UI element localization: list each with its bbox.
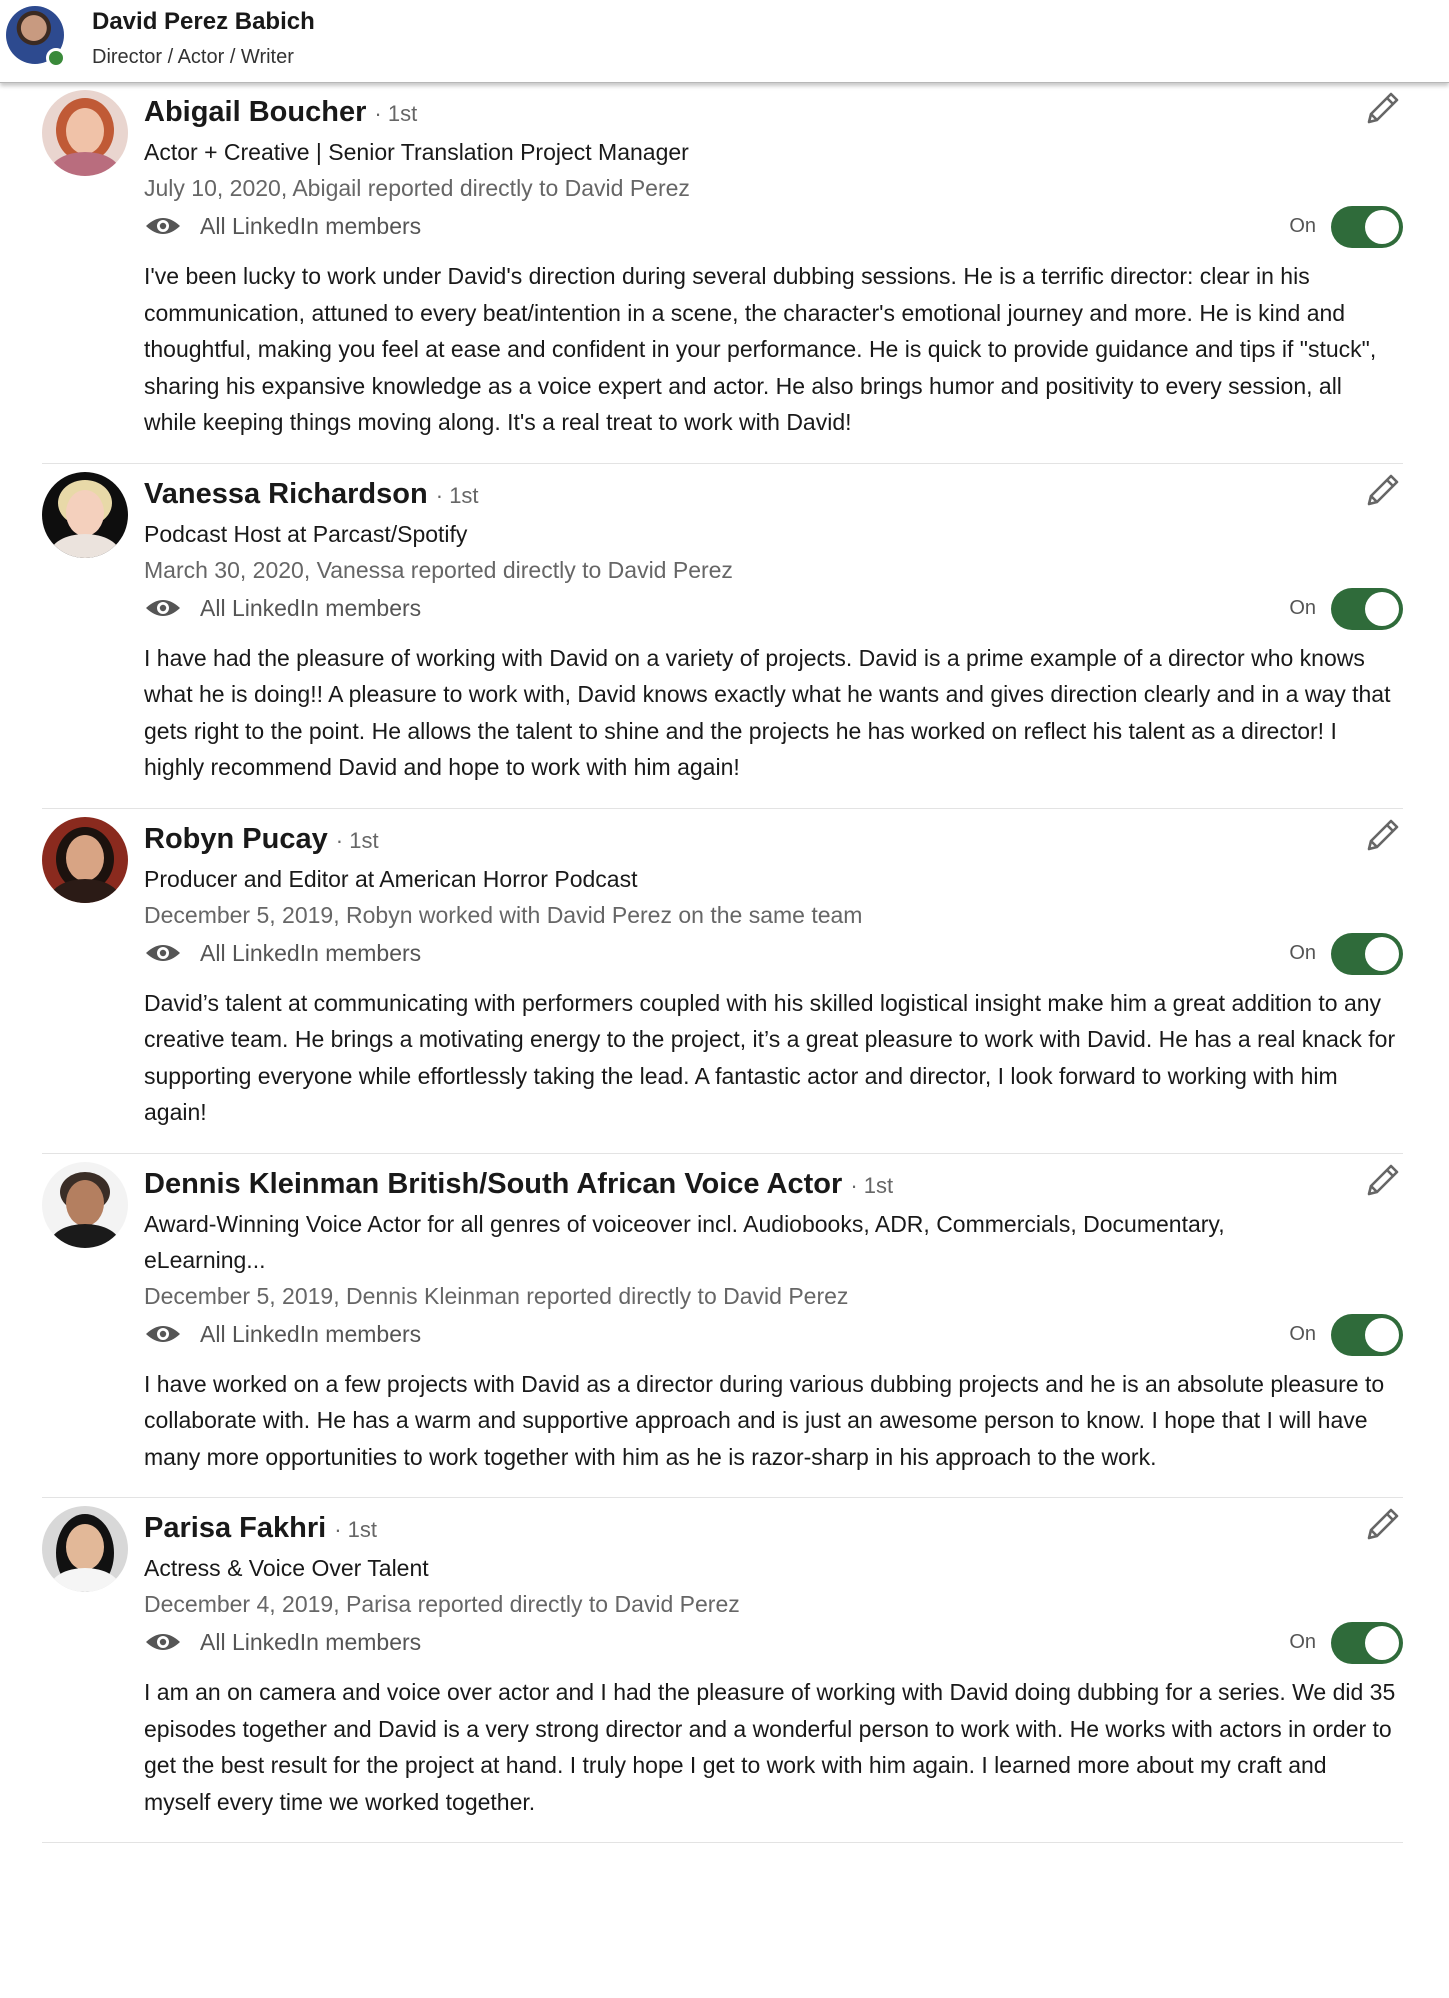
relationship-date: July 10, 2020, Abigail reported directly…: [144, 175, 690, 201]
eye-icon: [146, 1325, 180, 1342]
toggle-label: On: [1289, 1631, 1316, 1653]
recommender-name[interactable]: Robyn Pucay: [144, 823, 328, 855]
recommender-photo[interactable]: [42, 1506, 128, 1592]
toggle-label: On: [1289, 215, 1316, 237]
recommender-photo[interactable]: [42, 90, 128, 176]
recommendation-text: I have had the pleasure of working with …: [144, 644, 1391, 781]
recommender-headline: Producer and Editor at American Horror P…: [144, 865, 638, 892]
profile-name[interactable]: David Perez Babich: [92, 8, 315, 36]
recommendations-list: Abigail Boucher · 1st Actor + Creative |…: [42, 82, 1403, 1843]
online-status-indicator: [46, 48, 66, 68]
recommendation-item: Abigail Boucher · 1st Actor + Creative |…: [42, 82, 1403, 464]
visibility-setting: All LinkedIn members: [200, 1629, 422, 1655]
pencil-icon[interactable]: [1361, 470, 1403, 512]
show-recommendation-toggle[interactable]: [1331, 206, 1403, 248]
recommender-headline: Award-Winning Voice Actor for all genres…: [144, 1210, 1225, 1273]
relationship-date: December 4, 2019, Parisa reported direct…: [144, 1591, 740, 1617]
show-recommendation-toggle[interactable]: [1331, 1622, 1403, 1664]
visibility-setting: All LinkedIn members: [200, 594, 422, 621]
visibility-setting: All LinkedIn members: [200, 939, 422, 966]
connection-degree: · 1st: [435, 482, 479, 508]
eye-icon: [146, 1634, 180, 1650]
pencil-icon[interactable]: [1361, 1504, 1403, 1546]
recommender-photo[interactable]: [42, 816, 128, 903]
profile-header: David Perez Babich Director / Actor / Wr…: [0, 0, 1449, 83]
recommendation-text: David’s talent at communicating with per…: [144, 989, 1396, 1126]
connection-degree: · 1st: [374, 101, 418, 126]
relationship-date: March 30, 2020, Vanessa reported directl…: [144, 556, 733, 583]
eye-icon: [146, 599, 180, 616]
recommendation-text: I've been lucky to work under David's di…: [144, 263, 1377, 435]
profile-subtitle: Director / Actor / Writer: [92, 46, 294, 68]
relationship-date: December 5, 2019, Robyn worked with Davi…: [144, 901, 863, 928]
recommender-headline: Podcast Host at Parcast/Spotify: [144, 520, 468, 547]
connection-degree: · 1st: [850, 1172, 894, 1198]
pencil-icon[interactable]: [1361, 88, 1403, 130]
eye-icon: [146, 218, 180, 234]
show-recommendation-toggle[interactable]: [1331, 587, 1403, 630]
visibility-setting: All LinkedIn members: [200, 1320, 422, 1347]
recommender-photo[interactable]: [42, 1161, 128, 1248]
recommender-name[interactable]: Abigail Boucher: [144, 96, 366, 128]
show-recommendation-toggle[interactable]: [1331, 932, 1403, 975]
recommender-name[interactable]: Parisa Fakhri: [144, 1512, 326, 1544]
toggle-label: On: [1289, 1322, 1316, 1345]
relationship-date: December 5, 2019, Dennis Kleinman report…: [144, 1282, 849, 1309]
pencil-icon[interactable]: [1361, 1160, 1403, 1202]
recommender-headline: Actress & Voice Over Talent: [144, 1555, 429, 1581]
eye-icon: [146, 944, 180, 961]
recommender-name[interactable]: Vanessa Richardson: [144, 478, 428, 510]
connection-degree: · 1st: [334, 1517, 378, 1542]
visibility-setting: All LinkedIn members: [200, 213, 422, 239]
recommendation-text: I am an on camera and voice over actor a…: [144, 1679, 1396, 1815]
pencil-icon[interactable]: [1361, 815, 1403, 857]
recommender-photo[interactable]: [42, 471, 128, 558]
recommender-name[interactable]: Dennis Kleinman British/South African Vo…: [144, 1168, 842, 1200]
recommendation-item: Parisa Fakhri · 1st Actress & Voice Over…: [42, 1498, 1403, 1843]
recommender-headline: Actor + Creative | Senior Translation Pr…: [144, 139, 689, 165]
toggle-label: On: [1289, 596, 1316, 619]
connection-degree: · 1st: [335, 827, 379, 853]
recommendation-item: Robyn Pucay · 1st Producer and Editor at…: [42, 809, 1403, 1154]
recommendation-item: Dennis Kleinman British/South African Vo…: [42, 1154, 1403, 1498]
show-recommendation-toggle[interactable]: [1331, 1313, 1403, 1356]
recommendation-text: I have worked on a few projects with Dav…: [144, 1370, 1385, 1470]
recommendation-item: Vanessa Richardson · 1st Podcast Host at…: [42, 464, 1403, 809]
toggle-label: On: [1289, 941, 1316, 964]
